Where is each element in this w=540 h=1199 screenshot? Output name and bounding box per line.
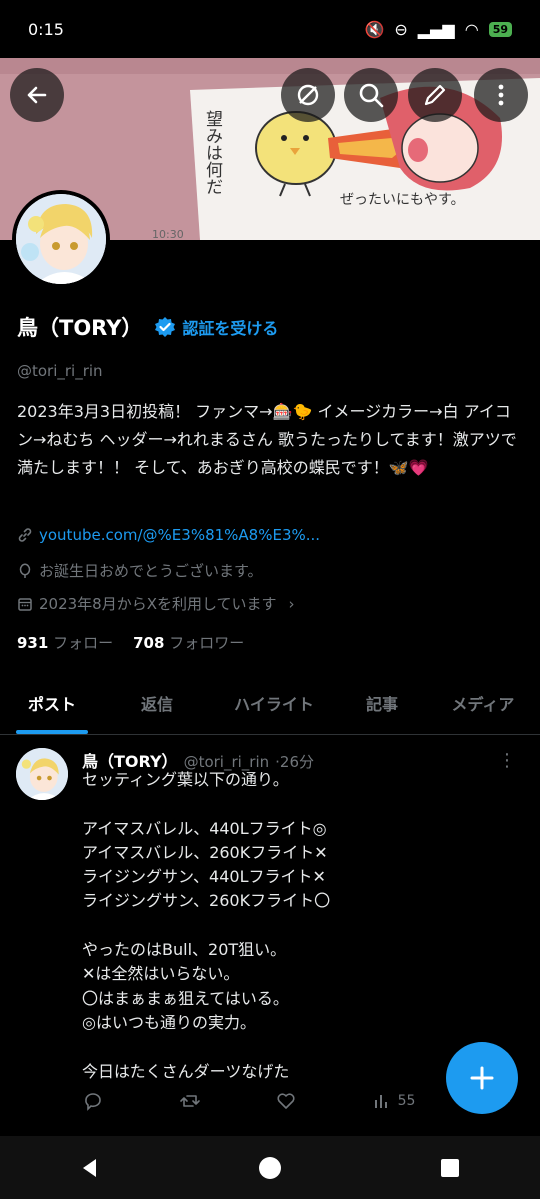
dnd-icon: ⊖	[394, 19, 408, 39]
search-button[interactable]	[344, 68, 398, 122]
tab-media[interactable]: メディア	[426, 672, 540, 734]
balloon-icon	[19, 563, 31, 578]
banner-timestamp: 10:30	[152, 228, 184, 240]
heart-icon	[277, 1093, 295, 1109]
status-bar: 0:15 🔇 ⊖ ▂▄▆ ◠ 59	[0, 0, 540, 58]
nav-back-icon[interactable]	[78, 1156, 102, 1180]
compose-button[interactable]	[446, 1042, 518, 1114]
profile-tabs: ポスト 返信 ハイライト 記事 メディア	[0, 672, 540, 735]
banner-text-left: 望みは何だ	[202, 110, 223, 195]
avatar-illustration	[16, 748, 68, 800]
tab-highlights-label: ハイライト	[234, 695, 314, 714]
tab-highlights[interactable]: ハイライト	[210, 672, 338, 734]
get-verified-label: 認証を受ける	[182, 319, 279, 338]
system-nav-bar	[0, 1136, 540, 1199]
back-arrow-icon	[27, 86, 47, 104]
views-button[interactable]: 55	[372, 1091, 416, 1111]
verified-badge-icon	[155, 317, 176, 337]
followers-count: 708	[133, 634, 165, 652]
search-icon	[359, 83, 384, 108]
profile-name: 鳥（TORY）	[17, 316, 143, 340]
profile-birthday: お誕生日おめでとうございます。	[39, 562, 263, 580]
pencil-icon	[424, 84, 446, 106]
banner-text-right: ぜったいにもやす。	[340, 192, 465, 208]
tab-posts-label: ポスト	[27, 695, 76, 714]
following-link[interactable]: 931 フォロー	[17, 632, 113, 653]
profile-link-row[interactable]: youtube.com/@%E3%81%A8%E3%...	[17, 526, 320, 544]
profile-birthday-row: お誕生日おめでとうございます。	[17, 560, 263, 581]
chevron-right-icon: ›	[288, 594, 295, 613]
mute-icon: 🔇	[364, 19, 385, 39]
more-vertical-icon	[498, 84, 504, 106]
battery-icon: 59	[488, 21, 512, 37]
calendar-icon	[18, 597, 32, 611]
tab-replies[interactable]: 返信	[104, 672, 210, 734]
views-count: 55	[397, 1093, 416, 1109]
profile-name-row: 鳥（TORY） 認証を受ける	[17, 312, 278, 342]
link-icon	[18, 528, 32, 542]
post-avatar[interactable]	[16, 748, 68, 800]
profile-handle: @tori_ri_rin	[17, 362, 103, 380]
edit-button[interactable]	[408, 68, 462, 122]
profile-avatar[interactable]	[12, 190, 110, 288]
views-icon	[374, 1095, 387, 1108]
more-button[interactable]	[474, 68, 528, 122]
plus-icon	[470, 1066, 494, 1090]
status-icons: 🔇 ⊖ ▂▄▆ ◠ 59	[364, 20, 512, 39]
profile-joined-row[interactable]: 2023年8月からXを利用しています ›	[17, 593, 295, 614]
reply-button[interactable]	[82, 1090, 104, 1112]
post-actions: 55	[82, 1090, 512, 1112]
nav-home-icon[interactable]	[258, 1156, 282, 1180]
signal-icon: ▂▄▆	[417, 19, 455, 39]
followers-label: フォロワー	[169, 634, 245, 652]
followers-link[interactable]: 708 フォロワー	[133, 632, 244, 653]
tab-replies-label: 返信	[140, 695, 173, 714]
profile-bio: 2023年3月3日初投稿！ ファンマ→🎰🐤 イメージカラー→白 アイコン→ねむち…	[17, 402, 517, 477]
reply-icon	[85, 1093, 101, 1111]
nav-recents-icon[interactable]	[438, 1156, 462, 1180]
tab-posts[interactable]: ポスト	[0, 672, 104, 734]
wifi-icon: ◠	[464, 19, 479, 39]
follow-stats: 931 フォロー 708 フォロワー	[17, 632, 244, 653]
post-text: セッティング葉以下の通り。 アイマスバレル、440Lフライト◎ アイマスバレル、…	[82, 770, 331, 1081]
back-button[interactable]	[10, 68, 64, 122]
avatar-illustration	[16, 194, 106, 284]
profile-joined: 2023年8月からXを利用しています	[39, 595, 277, 613]
following-count: 931	[17, 634, 49, 652]
repost-button[interactable]	[179, 1090, 201, 1112]
like-button[interactable]	[275, 1090, 297, 1112]
repost-icon	[179, 1095, 200, 1107]
eye-off-icon	[297, 84, 319, 106]
hide-button[interactable]	[281, 68, 335, 122]
profile-link[interactable]: youtube.com/@%E3%81%A8%E3%...	[39, 526, 320, 544]
status-time: 0:15	[28, 19, 64, 39]
tab-articles[interactable]: 記事	[338, 672, 426, 734]
tab-articles-label: 記事	[365, 695, 398, 714]
tab-media-label: メディア	[451, 695, 515, 714]
following-label: フォロー	[53, 634, 114, 652]
get-verified-button[interactable]: 認証を受ける	[154, 315, 278, 339]
